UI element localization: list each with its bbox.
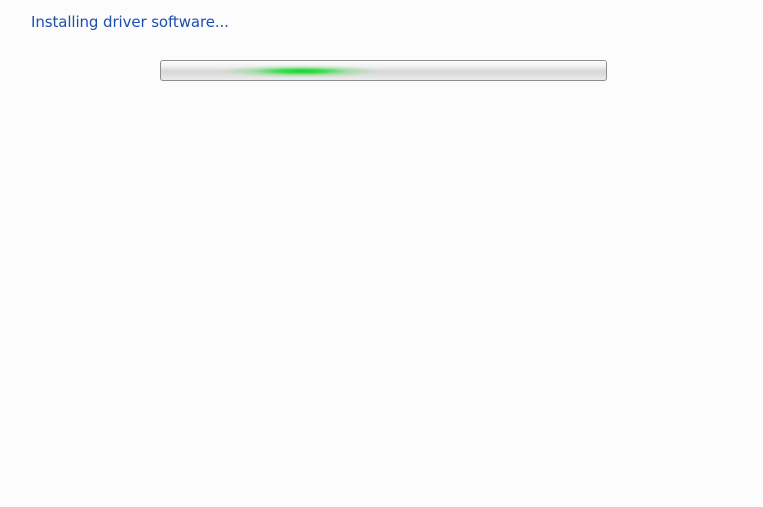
progress-marquee-glow [221,64,381,77]
driver-install-dialog: Installing driver software... [0,0,763,507]
marquee-progress-bar [160,60,607,81]
installing-status-heading: Installing driver software... [31,13,229,31]
